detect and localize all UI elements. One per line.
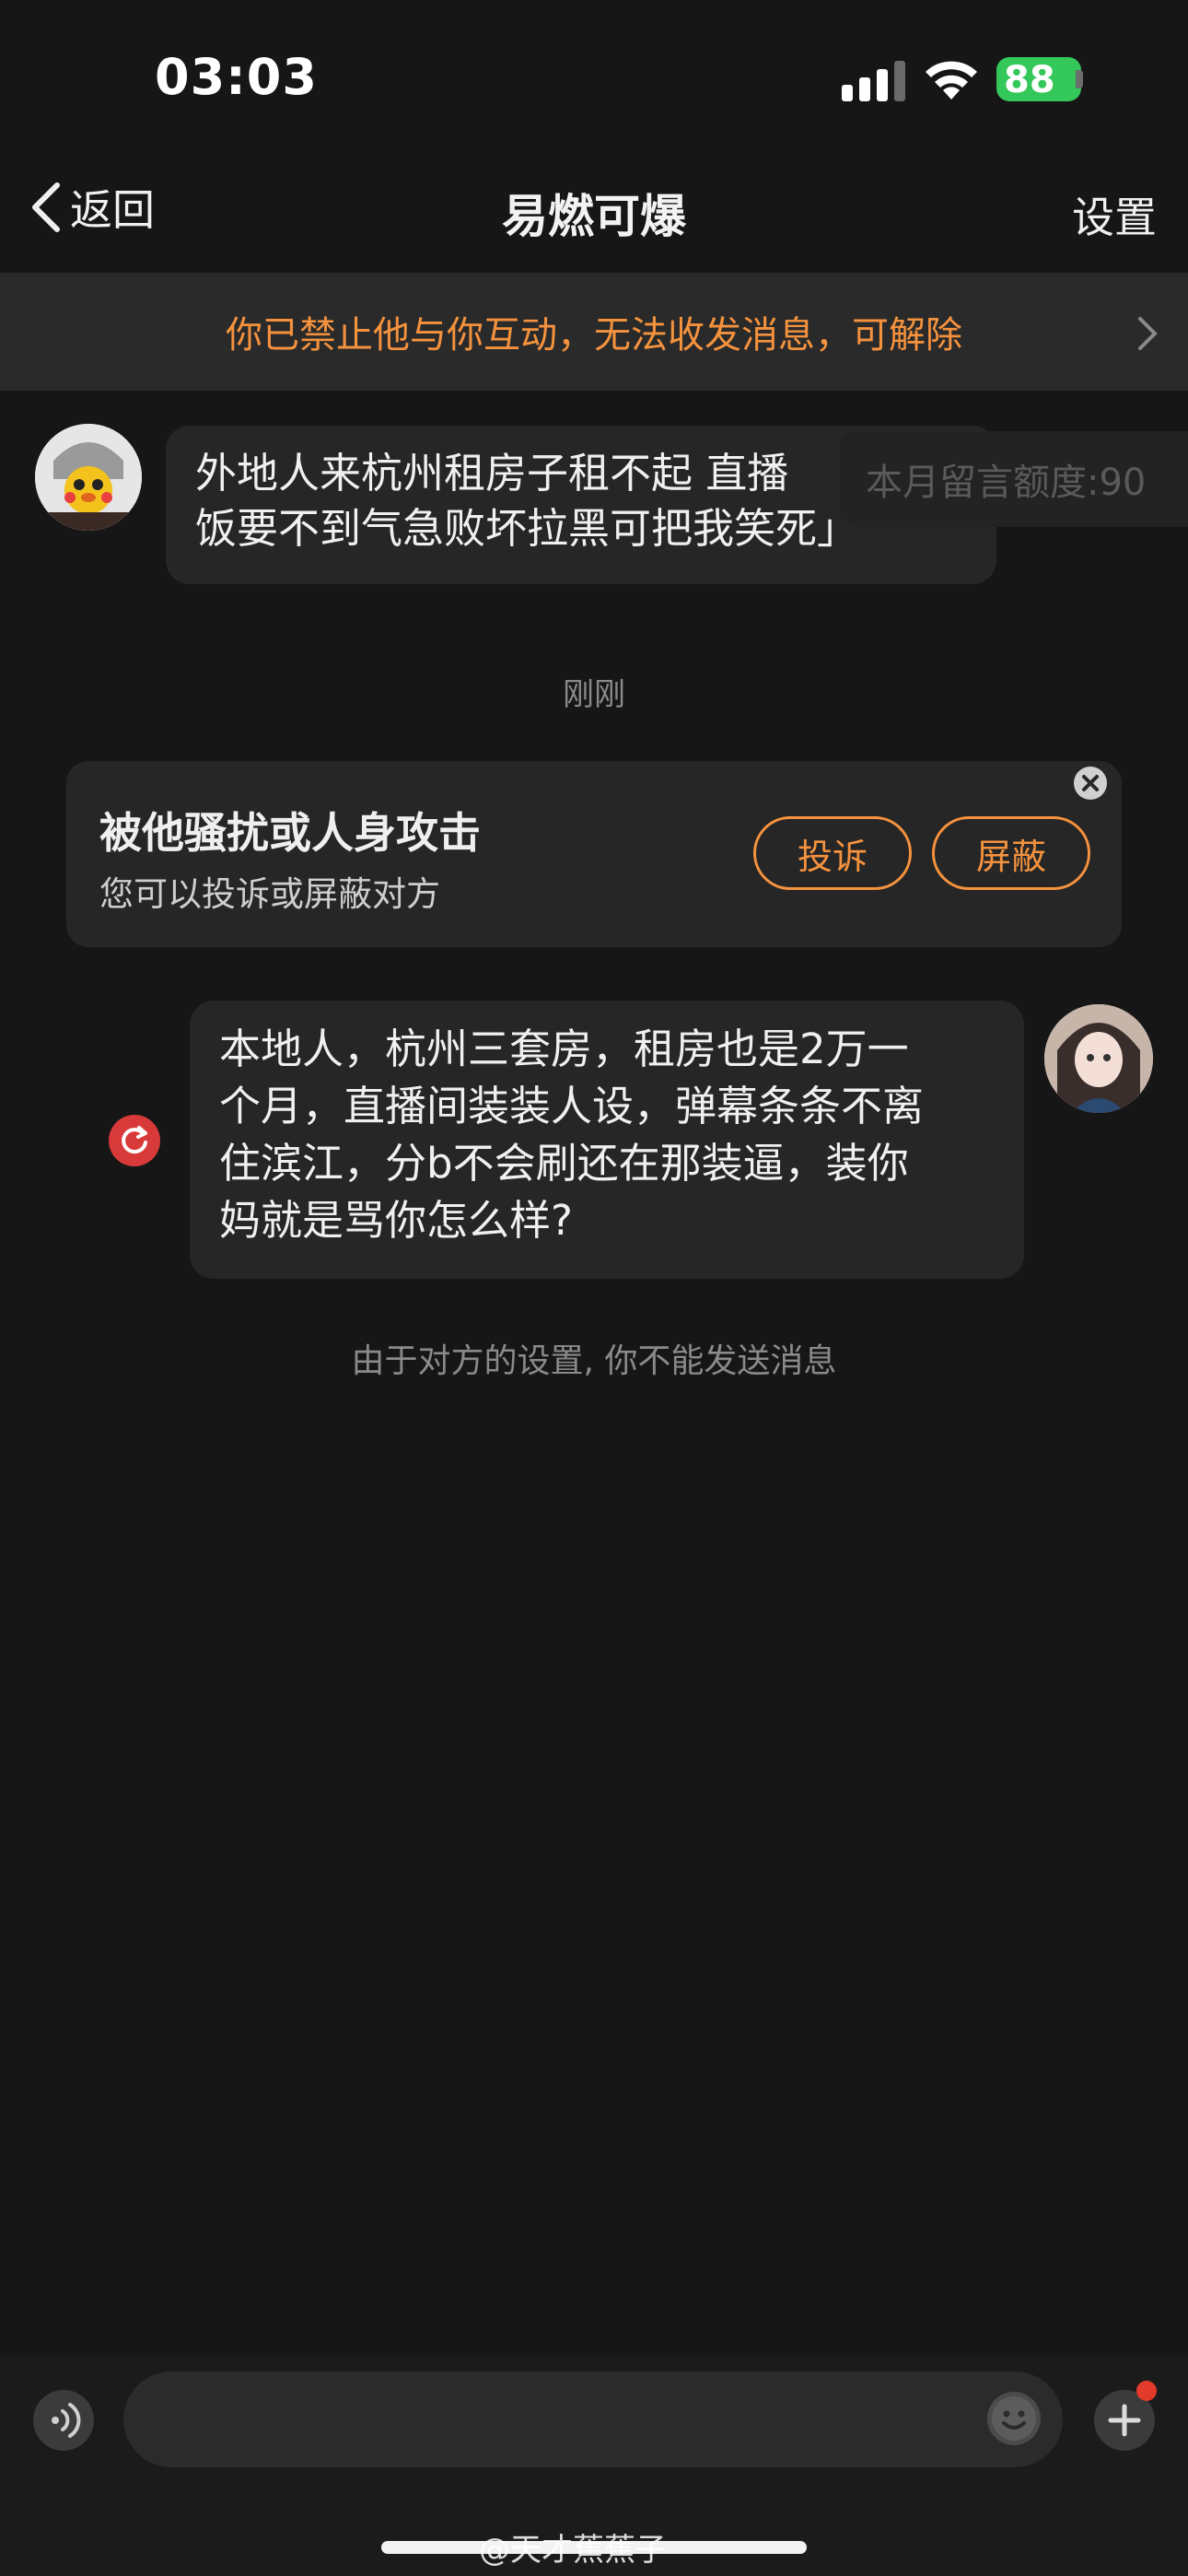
avatar-image	[1044, 1004, 1153, 1113]
avatar-image	[35, 424, 142, 531]
user-avatar[interactable]	[1044, 1004, 1153, 1113]
system-note: 由于对方的设置, 你不能发送消息	[351, 1342, 837, 1380]
chevron-right-icon	[1138, 317, 1158, 350]
incoming-message-text: 外地人来杭州租房子租不起 直播 饭要不到气急败坏拉黑可把我笑死」	[195, 449, 858, 553]
message-quota-badge: 本月留言额度:90	[840, 431, 1188, 527]
block-button[interactable]: 屏蔽	[932, 816, 1090, 890]
card-subtitle: 您可以投诉或屏蔽对方	[99, 874, 440, 914]
status-time: 03:03	[155, 48, 318, 106]
page-title: 易燃可爆	[502, 190, 686, 243]
notification-dot	[1136, 2381, 1157, 2401]
cellular-signal-icon	[842, 61, 905, 101]
banner-text: 你已禁止他与你互动，无法收发消息，可解除	[226, 314, 962, 357]
close-icon[interactable]	[1074, 767, 1107, 800]
card-title: 被他骚扰或人身攻击	[99, 808, 481, 858]
voice-icon[interactable]	[33, 2390, 94, 2451]
battery-level: 88	[1004, 59, 1055, 101]
emoji-icon[interactable]	[987, 2392, 1041, 2445]
block-status-banner[interactable]: 你已禁止他与你互动，无法收发消息，可解除	[0, 273, 1188, 391]
message-timestamp: 刚刚	[563, 676, 625, 713]
contact-avatar[interactable]	[35, 424, 142, 531]
report-button[interactable]: 投诉	[753, 816, 912, 890]
quota-text: 本月留言额度:90	[866, 462, 1147, 504]
settings-button[interactable]: 设置	[1072, 184, 1157, 245]
message-input[interactable]	[123, 2371, 1063, 2467]
wifi-icon	[926, 61, 977, 100]
watermark: @天才蕉蕉子	[479, 2532, 667, 2569]
resend-icon[interactable]	[109, 1115, 160, 1166]
battery-cap	[1076, 70, 1083, 88]
outgoing-message-text: 本地人，杭州三套房，租房也是2万一 个月，直播间装装人设，弹幕条条不离 住滨江，…	[219, 1025, 925, 1245]
